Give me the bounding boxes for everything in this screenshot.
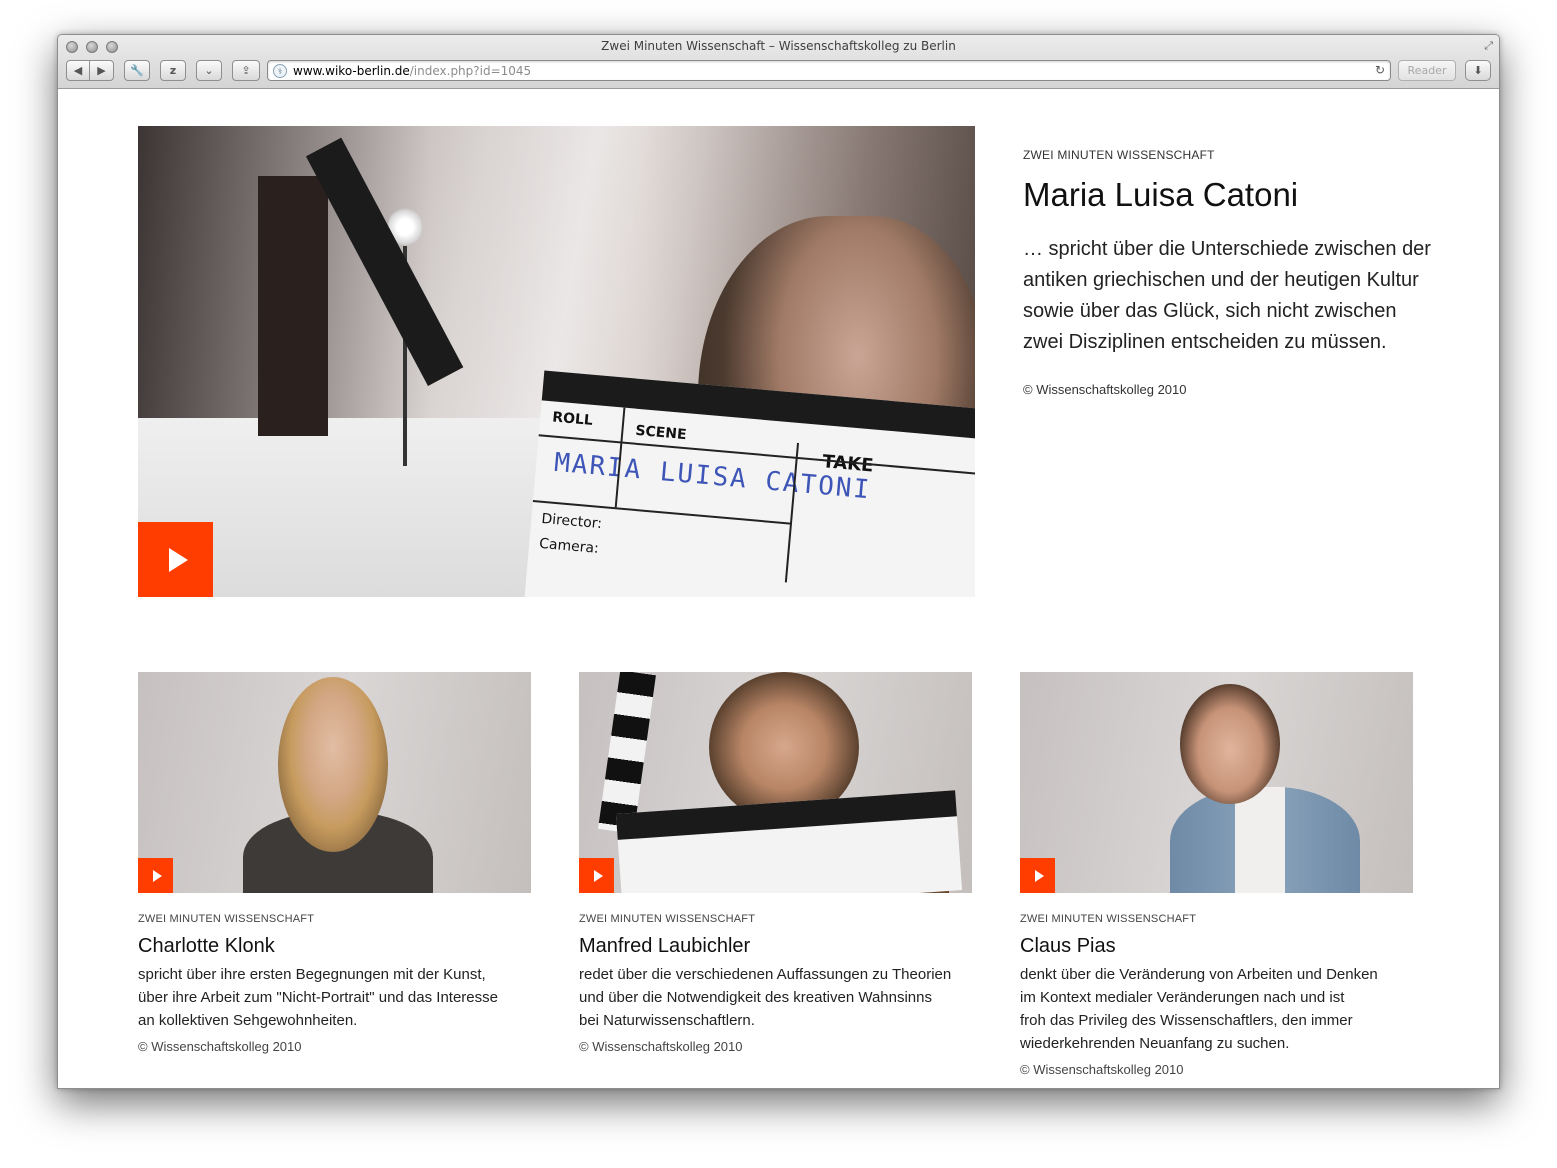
window-title: Zwei Minuten Wissenschaft – Wissenschaft… [601, 39, 956, 53]
door-shape [258, 176, 328, 436]
share-icon: ⇪ [241, 64, 251, 77]
video-title[interactable]: Manfred Laubichler [579, 935, 972, 958]
video-title[interactable]: Charlotte Klonk [138, 935, 531, 958]
clapperboard: ROLL SCENE TAKE MARIA LUISA CATONI Direc… [523, 370, 975, 597]
back-arrow-icon: ◀ [73, 64, 83, 77]
play-icon [168, 547, 188, 572]
downloads-button[interactable]: ⬇ [1465, 60, 1491, 81]
fullscreen-icon[interactable]: ⤢ [1484, 39, 1493, 53]
page-content: ROLL SCENE TAKE MARIA LUISA CATONI Direc… [58, 89, 1499, 1088]
video-title[interactable]: Claus Pias [1020, 935, 1413, 958]
video-copyright: © Wissenschaftskolleg 2010 [138, 1039, 302, 1054]
pocket-icon: ⌄ [204, 64, 214, 77]
wrench-icon: 🔧 [130, 64, 144, 77]
video-card: ZWEI MINUTEN WISSENSCHAFT Charlotte Klon… [138, 672, 531, 1054]
play-icon [1034, 869, 1044, 882]
video-copyright: © Wissenschaftskolleg 2010 [579, 1039, 743, 1054]
reader-button[interactable]: Reader [1398, 60, 1456, 81]
reload-icon[interactable]: ↻ [1375, 63, 1385, 77]
video-thumbnail[interactable] [138, 672, 531, 893]
browser-toolbar: Zwei Minuten Wissenschaft – Wissenschaft… [58, 35, 1499, 89]
video-card: ZWEI MINUTEN WISSENSCHAFT Claus Pias den… [1020, 672, 1413, 1077]
slate-rule [784, 442, 800, 583]
series-kicker: ZWEI MINUTEN WISSENSCHAFT [1023, 148, 1215, 162]
address-bar[interactable]: ⚕ www.wiko-berlin.de/index.php?id=1045 ↻ [267, 60, 1391, 81]
featured-video-info: ZWEI MINUTEN WISSENSCHAFT Maria Luisa Ca… [1023, 148, 1433, 397]
video-copyright: © Wissenschaftskolleg 2010 [1020, 1062, 1184, 1077]
video-description: spricht über ihre ersten Begegnungen mit… [138, 966, 498, 1029]
series-kicker: ZWEI MINUTEN WISSENSCHAFT [579, 913, 756, 925]
featured-title[interactable]: Maria Luisa Catoni [1023, 176, 1433, 214]
slate-scene-label: SCENE [634, 422, 688, 444]
play-button[interactable] [579, 858, 614, 893]
video-description: denkt über die Veränderung von Arbeiten … [1020, 966, 1378, 1052]
video-description: redet über die verschiedenen Auffassunge… [579, 966, 952, 1029]
slate-camera-label: Camera: [538, 535, 600, 557]
featured-video-thumbnail[interactable]: ROLL SCENE TAKE MARIA LUISA CATONI Direc… [138, 126, 975, 597]
url-domain: www.wiko-berlin.de [293, 64, 410, 78]
pocket-button[interactable]: ⌄ [196, 60, 222, 81]
site-favicon-icon: ⚕ [273, 64, 287, 78]
series-kicker: ZWEI MINUTEN WISSENSCHAFT [1020, 913, 1197, 925]
url-path: /index.php?id=1045 [409, 64, 532, 78]
forward-button[interactable]: ▶ [89, 60, 114, 81]
share-button[interactable]: ⇪ [232, 60, 260, 81]
wrench-button[interactable]: 🔧 [124, 60, 150, 81]
z-icon: z [169, 64, 177, 77]
play-icon [593, 869, 603, 882]
person-head [278, 677, 388, 852]
person-head [1180, 684, 1280, 804]
browser-window: Zwei Minuten Wissenschaft – Wissenschaft… [57, 34, 1500, 1089]
download-icon: ⬇ [1473, 64, 1483, 77]
back-button[interactable]: ◀ [66, 60, 90, 81]
play-icon [152, 869, 162, 882]
featured-copyright: © Wissenschaftskolleg 2010 [1023, 382, 1187, 397]
video-thumbnail[interactable] [579, 672, 972, 893]
z-extension-button[interactable]: z [160, 60, 186, 81]
featured-description: … spricht über die Unterschiede zwischen… [1023, 238, 1431, 353]
video-card: ZWEI MINUTEN WISSENSCHAFT Manfred Laubic… [579, 672, 972, 1054]
slate-roll-label: ROLL [551, 409, 594, 429]
play-button[interactable] [1020, 858, 1055, 893]
play-button[interactable] [138, 522, 213, 597]
url-text[interactable]: www.wiko-berlin.de/index.php?id=1045 [293, 64, 531, 78]
forward-arrow-icon: ▶ [97, 64, 106, 77]
slate-director-label: Director: [540, 510, 603, 533]
video-thumbnail[interactable] [1020, 672, 1413, 893]
play-button[interactable] [138, 858, 173, 893]
series-kicker: ZWEI MINUTEN WISSENSCHAFT [138, 913, 315, 925]
shirt-collar [1235, 787, 1285, 893]
